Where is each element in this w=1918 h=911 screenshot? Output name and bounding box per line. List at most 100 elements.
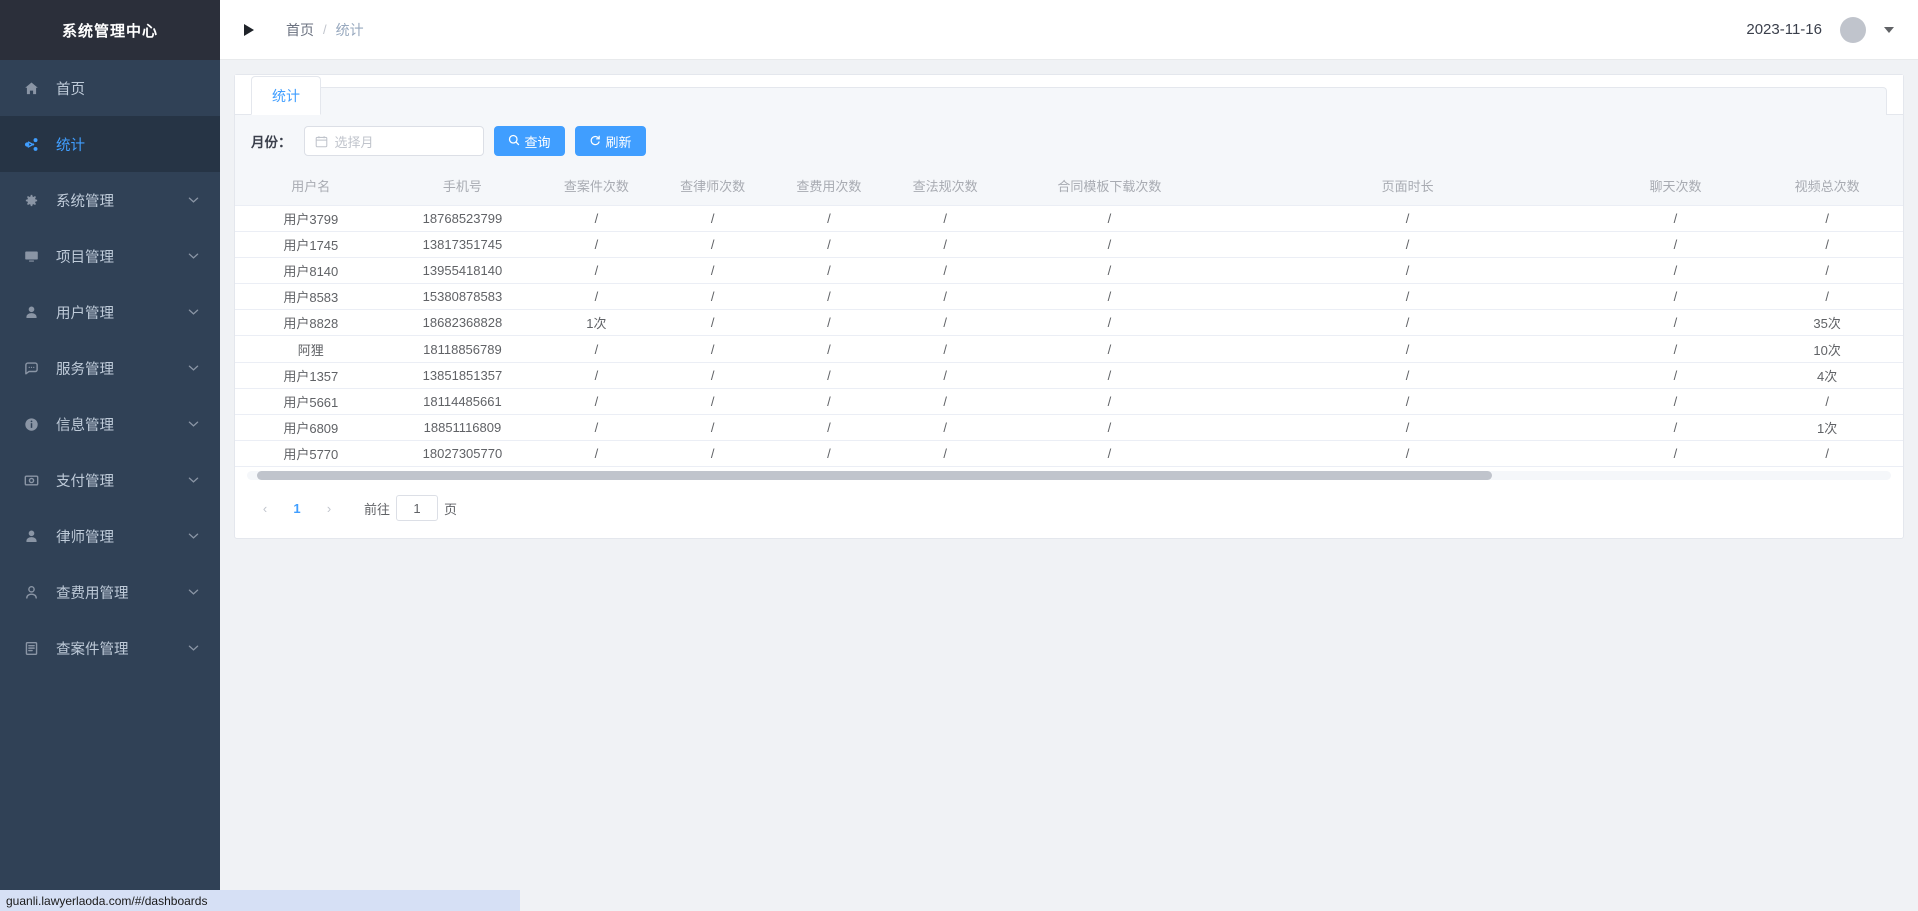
table-row[interactable]: 用户6809 18851116809// / / / //1次	[235, 414, 1903, 442]
scrollbar-thumb[interactable]	[257, 471, 1492, 481]
table-cell-r6-c10: 10次	[1751, 335, 1903, 363]
table-cell-r2-c3: /	[538, 231, 655, 258]
app-root: 系统管理中心 首页 统计 系统管理 项目管理 用户管理 服务管理 信息管理 支付管理 律师管理查…	[0, 0, 1918, 911]
table-header-cell-1[interactable]: 用户名	[235, 167, 387, 206]
pagination-next[interactable]: ›	[315, 494, 343, 522]
sidebar-item-10[interactable]: 查费用管理	[0, 564, 220, 620]
search-button[interactable]: 查询	[493, 126, 565, 156]
tab-statistics[interactable]: 统计	[251, 76, 321, 115]
sidebar-item-6[interactable]: 服务管理	[0, 340, 220, 396]
calendar-icon	[315, 135, 328, 148]
sidebar-item-label: 查案件管理	[56, 641, 129, 658]
chevron-down-icon	[180, 532, 206, 540]
user-icon	[20, 303, 42, 321]
sidebar-item-1[interactable]: 首页	[0, 60, 220, 116]
sidebar-item-9[interactable]: 律师管理	[0, 508, 220, 564]
table-cell-r8-c9: /	[1599, 388, 1752, 416]
table-cell-r1-c8: /	[1215, 205, 1600, 232]
table-cell-r8-c4: /	[654, 388, 771, 416]
pagination-page-1[interactable]: 1	[282, 494, 312, 522]
table-row[interactable]: 用户8583 15380878583// / / / / / /	[235, 283, 1903, 311]
chevron-down-icon	[180, 588, 206, 596]
table-header-cell-2[interactable]: 手机号	[386, 167, 539, 206]
table-cell-r8-c3: /	[538, 388, 655, 416]
table-cell-r7-c8: /	[1215, 362, 1600, 389]
sidebar-item-11[interactable]: 查案件管理	[0, 620, 220, 676]
table-cell-r5-c9: /	[1599, 309, 1752, 337]
topbar-right: 2023-11-16	[1746, 16, 1894, 43]
table-row[interactable]: 用户1357 13851851357// / / / //4次	[235, 362, 1903, 389]
refresh-button[interactable]: 刷新	[574, 126, 646, 156]
table-row[interactable]: 用户5770 18027305770// / / / / / /	[235, 440, 1903, 468]
table-header-cell-3[interactable]: 查案件次数	[538, 167, 655, 206]
table-header-cell-4[interactable]: 查律师次数	[654, 167, 771, 206]
table-cell-r3-c7: /	[1003, 257, 1216, 285]
jump-page-input[interactable]	[396, 495, 439, 522]
main-area: 首页 / 统计 2023-11-16 统计 月份： 选择月 查询 刷新 用户名 …	[220, 0, 1918, 911]
table-cell-r5-c8: /	[1215, 309, 1600, 337]
home-icon	[20, 79, 42, 97]
table-cell-r4-c7: /	[1003, 283, 1216, 311]
sidebar-item-8[interactable]: 支付管理	[0, 452, 220, 508]
table-cell-r2-c10: /	[1751, 231, 1903, 258]
sidebar-item-5[interactable]: 用户管理	[0, 284, 220, 340]
table-cell-r8-c7: /	[1003, 388, 1216, 416]
table-cell-r3-c4: /	[654, 257, 771, 285]
table-header-cell-9[interactable]: 聊天次数	[1599, 167, 1752, 206]
table-cell-r7-c4: /	[654, 362, 771, 389]
chevron-down-icon[interactable]	[1884, 26, 1894, 33]
table-cell-r6-c1: 阿狸	[235, 335, 387, 363]
table-row[interactable]: 用户3799 18768523799// / / / / / /	[235, 205, 1903, 232]
table-header-cell-10[interactable]: 视频总次数	[1751, 167, 1903, 206]
breadcrumb-home[interactable]: 首页	[286, 20, 314, 40]
table-cell-r7-c5: /	[770, 362, 887, 389]
table-cell-r5-c5: /	[770, 309, 887, 337]
table-cell-r7-c2: 13851851357	[386, 362, 539, 389]
pagination-prev[interactable]: ‹	[251, 494, 279, 522]
monitor-icon	[20, 247, 42, 265]
document-icon	[20, 639, 42, 657]
table-cell-r3-c5: /	[770, 257, 887, 285]
table-row[interactable]: 用户1745 13817351745// / / / / / /	[235, 231, 1903, 258]
table-row[interactable]: 用户8828 18682368828 1次 / / / / //35次	[235, 309, 1903, 337]
table-row[interactable]: 用户8140 13955418140// / / / / / /	[235, 257, 1903, 285]
sidebar-item-label: 信息管理	[56, 417, 114, 434]
table-cell-r10-c8: /	[1215, 440, 1600, 468]
table-cell-r4-c2: 15380878583	[386, 283, 539, 311]
table-cell-r6-c7: /	[1003, 335, 1216, 363]
collapse-triangle-icon[interactable]	[238, 19, 260, 41]
table-header-cell-5[interactable]: 查费用次数	[770, 167, 887, 206]
month-picker[interactable]: 选择月	[303, 126, 484, 156]
sidebar-item-label: 首页	[56, 81, 85, 98]
table-cell-r9-c8: /	[1215, 414, 1600, 442]
sidebar-item-label: 服务管理	[56, 361, 114, 378]
refresh-icon	[589, 134, 601, 149]
sidebar-logo: 系统管理中心	[0, 0, 220, 60]
table-cell-r1-c6: /	[887, 205, 1004, 232]
table-horizontal-scrollbar[interactable]	[247, 471, 1891, 481]
table-header-cell-6[interactable]: 查法规次数	[887, 167, 1004, 206]
table-row[interactable]: 用户5661 18114485661// / / / / / /	[235, 388, 1903, 416]
month-input-placeholder: 选择月	[334, 134, 374, 150]
pagination: ‹ 1 › 前往 页	[235, 480, 1903, 538]
sidebar-item-3[interactable]: 系统管理	[0, 172, 220, 228]
table-cell-r10-c5: /	[770, 440, 887, 468]
avatar[interactable]	[1840, 16, 1866, 43]
table-cell-r2-c8: /	[1215, 231, 1600, 258]
sidebar-item-label: 查费用管理	[56, 585, 129, 602]
table-header-cell-8[interactable]: 页面时长	[1215, 167, 1600, 206]
table-row[interactable]: 阿狸 18118856789// / / / //10次	[235, 335, 1903, 363]
sidebar-item-4[interactable]: 项目管理	[0, 228, 220, 284]
table-cell-r9-c6: /	[887, 414, 1004, 442]
table-cell-r3-c9: /	[1599, 257, 1752, 285]
statistics-table-wrapper: 用户名 手机号 查案件次数 查律师次数 查费用次数 查法规次数 合同模板下载次数 页面时长 聊天…	[235, 167, 1903, 468]
sidebar-menu: 首页统计 系统管理 项目管理 用户管理服务管理信息管理支付管理 律师管理查费用管理查案件…	[0, 60, 220, 676]
person-search-icon	[20, 583, 42, 601]
sidebar-item-2[interactable]: 统计	[0, 116, 220, 172]
table-cell-r10-c3: /	[538, 440, 655, 468]
table-cell-r8-c8: /	[1215, 388, 1600, 416]
table-header-cell-7[interactable]: 合同模板下载次数	[1003, 167, 1216, 206]
month-label: 月份：	[251, 135, 292, 150]
sidebar-item-7[interactable]: 信息管理	[0, 396, 220, 452]
table-cell-r4-c3: /	[538, 283, 655, 311]
